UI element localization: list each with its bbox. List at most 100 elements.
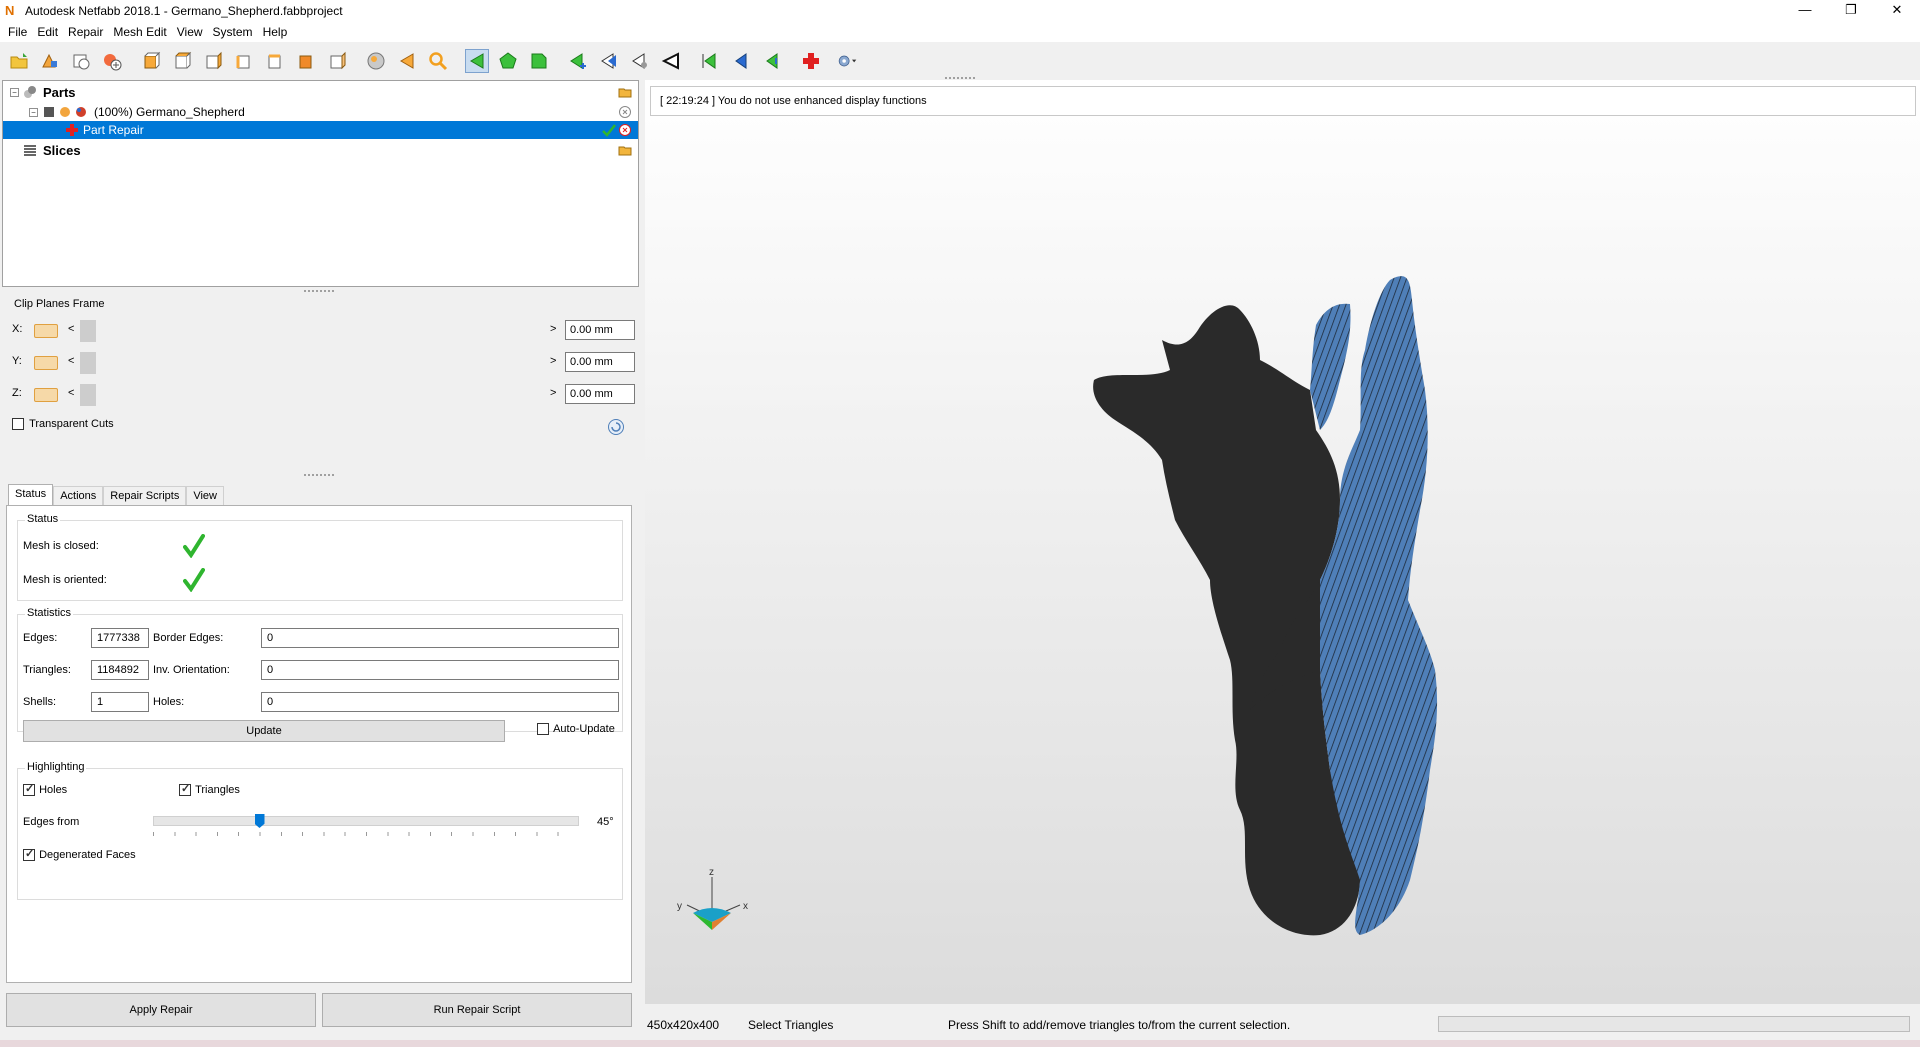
- apply-check-icon[interactable]: [602, 123, 616, 137]
- select-shell-button[interactable]: [527, 49, 551, 73]
- add-part-button[interactable]: [38, 49, 62, 73]
- view-front-button[interactable]: [139, 49, 163, 73]
- flip-button[interactable]: [698, 49, 722, 73]
- clip-slider-x[interactable]: [80, 320, 544, 342]
- slider-thumb[interactable]: [80, 320, 96, 342]
- slider-left-arrow[interactable]: <: [68, 323, 74, 335]
- collapse-toggle[interactable]: −: [10, 87, 19, 97]
- transparent-cuts-checkbox[interactable]: Transparent Cuts: [12, 418, 114, 431]
- remove-triangles-button[interactable]: [597, 49, 621, 73]
- clip-toggle-z[interactable]: [34, 388, 58, 402]
- color-icon[interactable]: [74, 105, 88, 119]
- clip-slider-y[interactable]: [80, 352, 544, 374]
- checkbox-box[interactable]: [179, 782, 191, 797]
- statistics-title: Statistics: [25, 607, 74, 619]
- add-object-button[interactable]: [100, 49, 124, 73]
- clip-value-z[interactable]: [565, 384, 635, 404]
- clip-toggle-x[interactable]: [34, 324, 58, 338]
- tree-item-part[interactable]: − (100%) Germano_Shepherd: [3, 103, 638, 121]
- menu-system[interactable]: System: [209, 25, 259, 39]
- deselect-button[interactable]: [659, 49, 683, 73]
- degenerated-faces-label: Degenerated Faces: [39, 849, 136, 861]
- clip-toggle-y[interactable]: [34, 356, 58, 370]
- slider-track[interactable]: [153, 816, 579, 826]
- slider-right-arrow[interactable]: >: [550, 355, 556, 367]
- slider-right-arrow[interactable]: >: [550, 387, 556, 399]
- invert-selection-button[interactable]: [628, 49, 652, 73]
- orientation-button[interactable]: [760, 49, 784, 73]
- clip-value-y[interactable]: [565, 352, 635, 372]
- tree-item-part-repair[interactable]: Part Repair: [3, 121, 638, 139]
- cube-back-icon: [175, 51, 192, 69]
- tree-item-slices[interactable]: Slices: [3, 141, 638, 159]
- holes-checkbox[interactable]: Holes: [23, 782, 67, 797]
- tab-repair-scripts[interactable]: Repair Scripts: [103, 486, 187, 506]
- dog-model-mesh[interactable]: [1090, 270, 1530, 950]
- update-button[interactable]: Update: [23, 720, 505, 742]
- folder-icon[interactable]: [618, 85, 632, 99]
- slider-left-arrow[interactable]: <: [68, 355, 74, 367]
- select-blue-button[interactable]: [729, 49, 753, 73]
- checkbox-box[interactable]: [23, 847, 35, 862]
- menu-repair[interactable]: Repair: [64, 25, 109, 39]
- restore-button[interactable]: ❐: [1828, 0, 1874, 22]
- edges-from-slider[interactable]: [153, 812, 579, 836]
- triangle-select-icon: [470, 53, 484, 69]
- triangles-checkbox[interactable]: Triangles: [179, 782, 240, 797]
- tab-actions[interactable]: Actions: [53, 486, 104, 506]
- auto-update-label: Auto-Update: [553, 723, 615, 735]
- slider-thumb[interactable]: [80, 352, 96, 374]
- menu-help[interactable]: Help: [259, 25, 294, 39]
- tab-status[interactable]: Status: [8, 484, 54, 506]
- visibility-icon[interactable]: [58, 105, 72, 119]
- menu-mesh-edit[interactable]: Mesh Edit: [109, 25, 172, 39]
- slider-thumb[interactable]: [80, 384, 96, 406]
- slider-left-arrow[interactable]: <: [68, 387, 74, 399]
- close-button[interactable]: ✕: [1874, 0, 1920, 22]
- clip-value-x[interactable]: [565, 320, 635, 340]
- zoom-button[interactable]: [426, 49, 450, 73]
- checkbox-box[interactable]: [23, 782, 35, 797]
- new-platform-button[interactable]: [69, 49, 93, 73]
- triangles-value: 1184892: [91, 660, 149, 680]
- shading-button[interactable]: [364, 49, 388, 73]
- checkbox-box[interactable]: [537, 723, 549, 736]
- add-triangles-button[interactable]: [566, 49, 590, 73]
- splitter-handle[interactable]: [304, 474, 334, 478]
- open-project-button[interactable]: [7, 49, 31, 73]
- select-surface-button[interactable]: [496, 49, 520, 73]
- tab-view[interactable]: View: [186, 486, 224, 506]
- tree-item-parts[interactable]: − Parts: [3, 83, 638, 101]
- view-back-button[interactable]: [170, 49, 194, 73]
- menu-edit[interactable]: Edit: [33, 25, 64, 39]
- checkbox-box[interactable]: [12, 418, 24, 431]
- reset-clip-icon[interactable]: [607, 418, 625, 436]
- degenerated-faces-checkbox[interactable]: Degenerated Faces: [23, 847, 136, 862]
- menu-file[interactable]: File: [4, 25, 33, 39]
- apply-repair-button[interactable]: Apply Repair: [6, 993, 316, 1027]
- minimize-button[interactable]: —: [1782, 0, 1828, 22]
- select-triangles-button[interactable]: [465, 49, 489, 73]
- splitter-handle[interactable]: [304, 290, 334, 294]
- splitter-handle[interactable]: [945, 77, 975, 81]
- triangle-deselect-icon: [661, 52, 679, 70]
- view-bottom-button[interactable]: [294, 49, 318, 73]
- back-arrow-button[interactable]: [395, 49, 419, 73]
- view-right-button[interactable]: [232, 49, 256, 73]
- view-iso-button[interactable]: [325, 49, 349, 73]
- run-repair-script-button[interactable]: Run Repair Script: [322, 993, 632, 1027]
- status-group-title: Status: [25, 513, 61, 525]
- cancel-repair-icon[interactable]: [618, 123, 632, 137]
- slider-right-arrow[interactable]: >: [550, 323, 556, 335]
- auto-update-checkbox[interactable]: Auto-Update: [537, 723, 615, 736]
- collapse-toggle-part[interactable]: −: [29, 107, 38, 117]
- menu-view[interactable]: View: [173, 25, 209, 39]
- script-dropdown-button[interactable]: [830, 49, 864, 73]
- slices-icon: [24, 145, 36, 156]
- view-top-button[interactable]: [263, 49, 287, 73]
- folder-icon[interactable]: [618, 143, 632, 157]
- repair-button[interactable]: [799, 49, 823, 73]
- clip-slider-z[interactable]: [80, 384, 544, 406]
- remove-part-icon[interactable]: [618, 105, 632, 119]
- view-left-button[interactable]: [201, 49, 225, 73]
